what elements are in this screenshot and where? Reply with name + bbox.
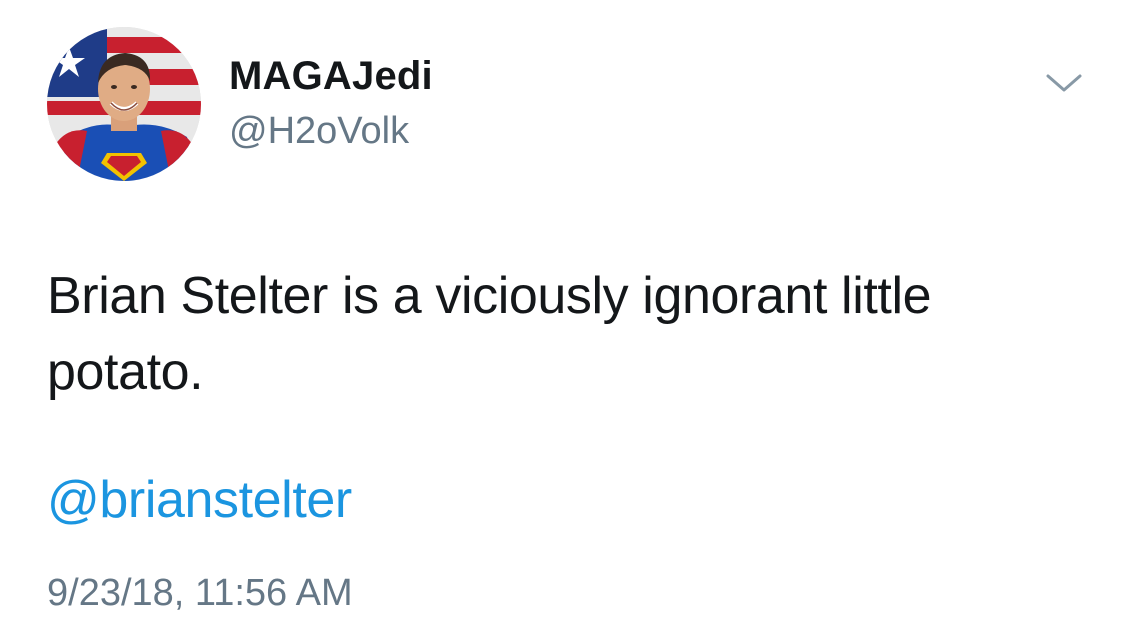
tweet-timestamp[interactable]: 9/23/18, 11:56 AM: [47, 572, 353, 615]
author-display-name[interactable]: MAGAJedi: [229, 54, 433, 99]
tweet-card: MAGAJedi @H2oVolk Brian Stelter is a vic…: [0, 0, 1124, 632]
avatar-image: [47, 27, 201, 181]
profile-avatar[interactable]: [47, 27, 201, 181]
chevron-down-icon-glyph: [1046, 74, 1082, 92]
author-handle[interactable]: @H2oVolk: [229, 110, 409, 153]
tweet-text: Brian Stelter is a viciously ignorant li…: [47, 267, 932, 401]
mention-link[interactable]: @brianstelter: [47, 470, 352, 530]
chevron-down-icon[interactable]: [1038, 60, 1090, 104]
